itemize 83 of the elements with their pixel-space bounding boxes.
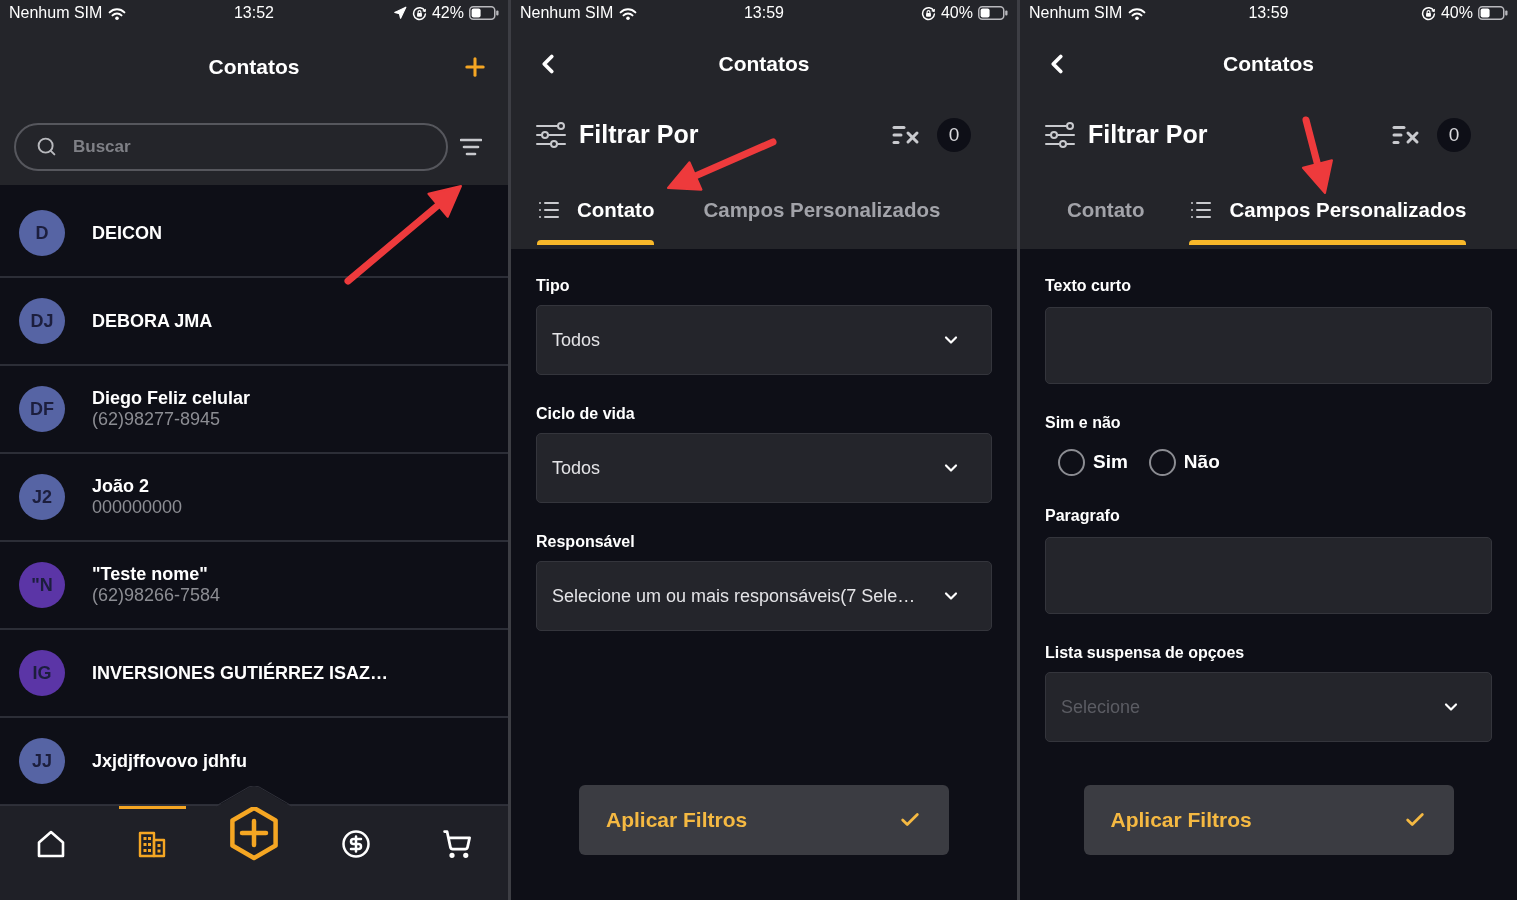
filter-heading: Filtrar Por xyxy=(579,119,699,151)
battery-percentage: 40% xyxy=(1440,3,1473,23)
screen-title: Contatos xyxy=(1223,51,1314,78)
dropdown[interactable]: Todos xyxy=(536,305,992,375)
search-icon xyxy=(36,136,57,157)
contact-avatar: D xyxy=(19,210,65,256)
wifi-icon xyxy=(108,6,127,20)
filter-icon xyxy=(460,138,482,156)
field-label: Tipo xyxy=(536,276,570,296)
rotation-lock-icon xyxy=(1420,5,1436,21)
field-label: Texto curto xyxy=(1045,276,1131,296)
screen-title: Contatos xyxy=(208,54,300,81)
battery-icon xyxy=(978,6,1008,20)
contact-avatar: J2 xyxy=(19,474,65,520)
apply-filters-button[interactable]: Aplicar Filtros xyxy=(1083,785,1454,855)
contact-avatar: DJ xyxy=(19,298,65,344)
search-field[interactable]: Buscar xyxy=(14,123,448,171)
contact-list-item[interactable]: J2 João 2 000000000 xyxy=(0,454,508,542)
filter-count-badge: 0 xyxy=(937,118,971,152)
contact-name: João 2 xyxy=(92,476,151,497)
cart-icon xyxy=(442,829,473,859)
contact-avatar: DF xyxy=(19,386,65,432)
contact-name: "Teste nome" xyxy=(92,564,209,585)
sliders-icon xyxy=(1045,122,1075,148)
contact-name: Diego Feliz celular xyxy=(92,388,251,409)
radio-button[interactable] xyxy=(1148,448,1176,476)
wifi-icon xyxy=(1128,6,1147,20)
radio-label: Sim xyxy=(1093,449,1128,474)
screen-title: Contatos xyxy=(718,51,810,78)
contact-name: DEICON xyxy=(92,222,162,244)
battery-percentage: 40% xyxy=(940,3,973,23)
field-label: Lista suspensa de opçoes xyxy=(1045,643,1245,663)
battery-percentage: 42% xyxy=(431,3,464,23)
dollar-circle-icon xyxy=(340,829,371,859)
radio-button[interactable] xyxy=(1058,448,1085,476)
rotation-lock-icon xyxy=(920,5,936,21)
dropdown[interactable]: Todos xyxy=(536,433,992,503)
field-label: Ciclo de vida xyxy=(536,404,635,424)
dropdown[interactable]: Selecione um ou mais responsáveis(7 Sele… xyxy=(536,561,992,631)
buildings-icon xyxy=(137,829,168,859)
sliders-icon xyxy=(536,122,566,148)
battery-icon xyxy=(1478,6,1508,20)
battery-icon xyxy=(469,6,499,20)
contact-avatar: JJ xyxy=(19,738,65,784)
clock-time: 13:59 xyxy=(743,3,784,23)
clear-filter-icon xyxy=(1392,125,1420,145)
carrier-name: Nenhum SIM xyxy=(9,3,103,23)
contact-list-item[interactable]: "N "Teste nome" (62)98266-7584 xyxy=(0,542,508,630)
contact-phone: (62)98266-7584 xyxy=(92,585,221,606)
contact-name: DEBORA JMA xyxy=(92,310,213,332)
carrier-name: Nenhum SIM xyxy=(520,3,614,23)
filter-button[interactable] xyxy=(460,138,482,156)
clock-time: 13:59 xyxy=(1248,3,1289,23)
rotation-lock-icon xyxy=(411,5,427,21)
clear-filters-button[interactable] xyxy=(892,125,920,145)
tab[interactable]: Campos Personalizados xyxy=(1186,168,1492,249)
contact-name: Jxjdjffovovo jdhfu xyxy=(92,750,247,772)
tab[interactable]: Contato xyxy=(1043,168,1187,249)
clock-time: 13:52 xyxy=(233,3,274,23)
contact-phone: 000000000 xyxy=(92,497,183,518)
field-label: Sim e não xyxy=(1045,413,1121,433)
paragraph-field[interactable] xyxy=(1045,537,1492,614)
contact-name: INVERSIONES GUTIÉRREZ ISAZ… xyxy=(92,662,389,684)
field-label: Paragrafo xyxy=(1045,506,1120,526)
tab[interactable]: Campos Personalizados xyxy=(679,168,983,249)
clear-filters-button[interactable] xyxy=(1392,125,1420,145)
contact-list-item[interactable]: IG INVERSIONES GUTIÉRREZ ISAZ… xyxy=(0,630,508,718)
contact-list-item[interactable]: DF Diego Feliz celular (62)98277-8945 xyxy=(0,366,508,454)
contact-list-item[interactable]: DJ DEBORA JMA xyxy=(0,278,508,366)
tab[interactable]: Contato xyxy=(534,168,680,249)
apply-filters-button[interactable]: Aplicar Filtros xyxy=(579,785,949,855)
text-input-field[interactable] xyxy=(1045,307,1492,384)
house-icon xyxy=(35,829,66,859)
contact-avatar: IG xyxy=(19,650,65,696)
clear-filter-icon xyxy=(892,125,920,145)
contact-phone: (62)98277-8945 xyxy=(92,409,222,430)
filter-count-badge: 0 xyxy=(1437,118,1471,152)
field-label: Responsável xyxy=(536,532,635,552)
radio-label: Não xyxy=(1183,449,1220,474)
carrier-name: Nenhum SIM xyxy=(1029,3,1123,23)
filter-heading: Filtrar Por xyxy=(1088,119,1208,151)
wifi-icon xyxy=(619,6,638,20)
contact-avatar: "N xyxy=(19,562,65,608)
